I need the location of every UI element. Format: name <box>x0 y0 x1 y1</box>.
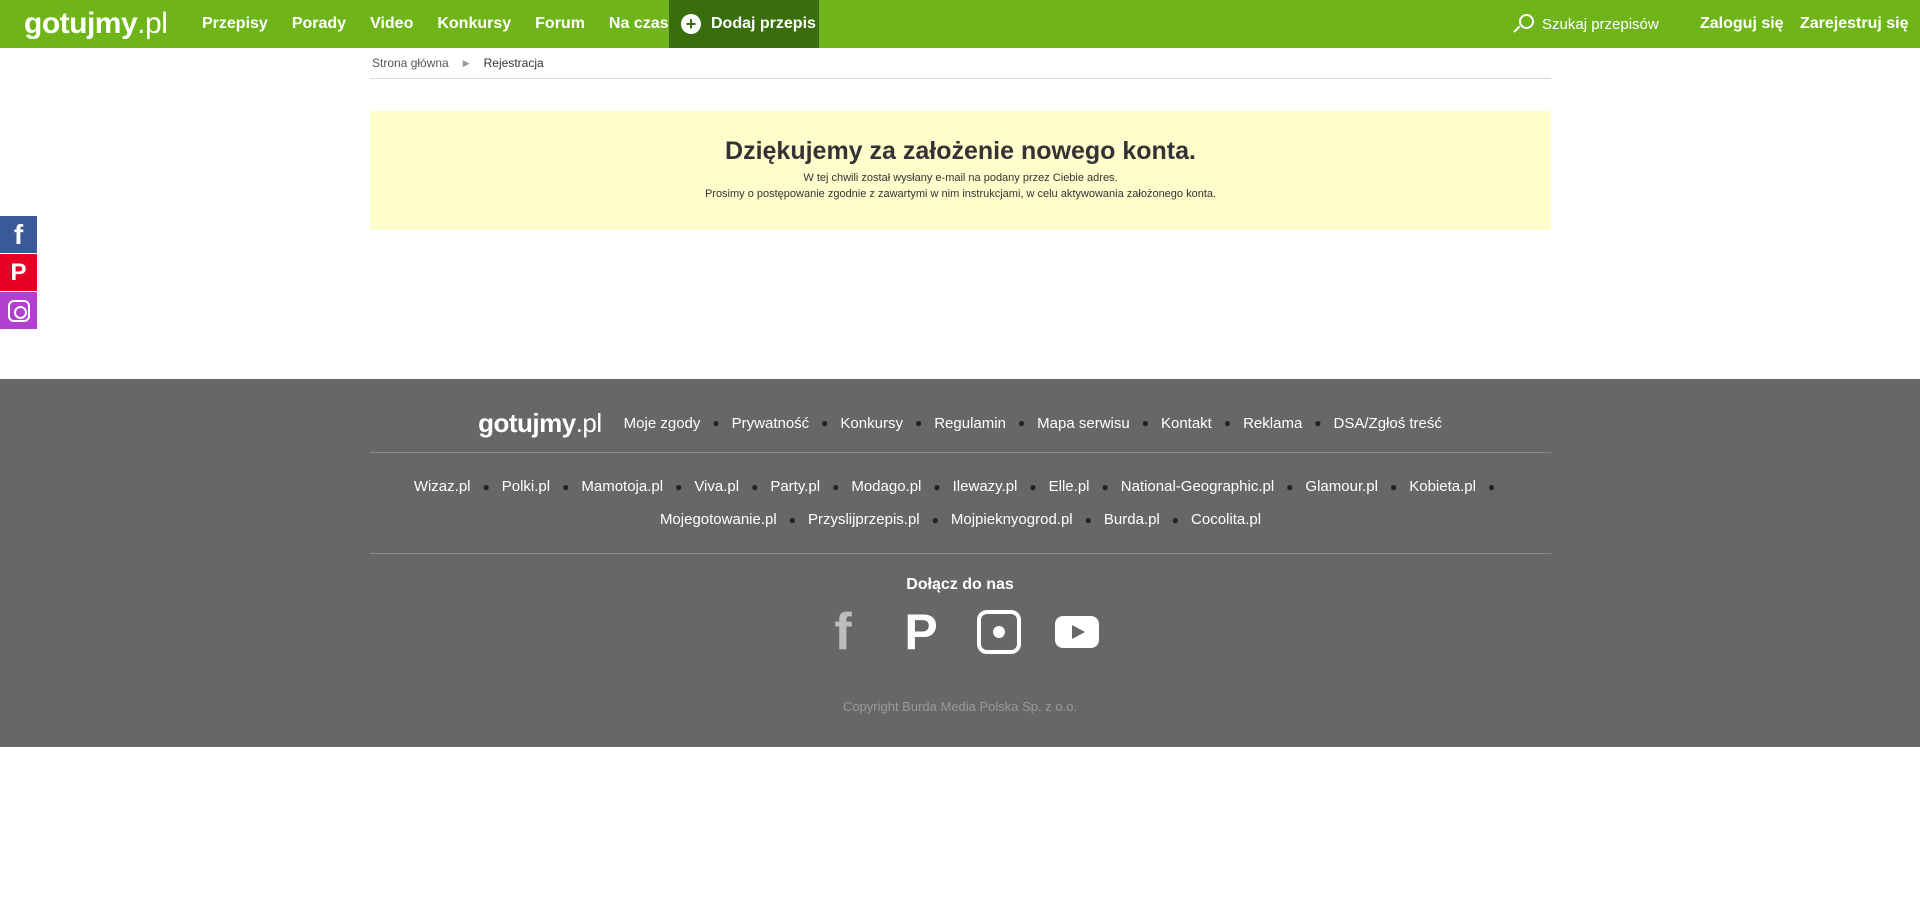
nav-item-forum[interactable]: Forum <box>523 0 597 48</box>
youtube-icon[interactable] <box>1054 609 1100 655</box>
partner-link[interactable]: Glamour.pl <box>1305 478 1378 495</box>
pinterest-icon[interactable]: P <box>898 604 944 660</box>
breadcrumb-separator-icon: ▶ <box>462 57 470 68</box>
partner-link[interactable]: Polki.pl <box>502 478 550 495</box>
side-social-bar: f P <box>0 216 37 330</box>
partner-link[interactable]: Mojpieknyogrod.pl <box>951 511 1073 528</box>
confirmation-message-box: Dziękujemy za założenie nowego konta. W … <box>370 111 1551 230</box>
footer-link-kontakt[interactable]: Kontakt <box>1161 415 1212 432</box>
breadcrumb: Strona główna ▶ Rejestracja <box>370 48 1551 79</box>
logo-tld: .pl <box>137 7 168 40</box>
footer-link-konkursy[interactable]: Konkursy <box>840 415 903 432</box>
footer-logo[interactable]: gotujmy.pl <box>478 408 602 439</box>
nav-item-porady[interactable]: Porady <box>280 0 358 48</box>
partner-link[interactable]: Elle.pl <box>1049 478 1090 495</box>
partner-link[interactable]: Cocolita.pl <box>1191 511 1261 528</box>
confirmation-line-2: Prosimy o postępowanie zgodnie z zawarty… <box>704 188 1217 200</box>
partner-link[interactable]: Ilewazy.pl <box>953 478 1018 495</box>
confirmation-line-1: W tej chwili został wysłany e-mail na po… <box>803 172 1118 184</box>
partner-link[interactable]: Wizaz.pl <box>414 478 471 495</box>
site-logo[interactable]: gotujmy .pl <box>24 6 168 42</box>
partner-link[interactable]: National-Geographic.pl <box>1121 478 1274 495</box>
partner-link[interactable]: Kobieta.pl <box>1409 478 1476 495</box>
facebook-icon[interactable]: f <box>820 603 866 661</box>
partner-link[interactable]: Party.pl <box>770 478 820 495</box>
add-recipe-label: Dodaj przepis <box>711 15 816 32</box>
partner-link[interactable]: Przyslijprzepis.pl <box>808 511 920 528</box>
login-link[interactable]: Zaloguj się <box>1700 0 1784 48</box>
search-icon[interactable] <box>1512 13 1534 35</box>
partner-link[interactable]: Modago.pl <box>851 478 921 495</box>
copyright-text: Copyright Burda Media Polska Sp. z o.o. <box>842 699 1078 714</box>
search-input[interactable] <box>1542 15 1662 33</box>
footer-link-mapa-serwisu[interactable]: Mapa serwisu <box>1037 415 1130 432</box>
footer-social-icons: f P <box>0 603 1920 661</box>
confirmation-title: Dziękujemy za założenie nowego konta. <box>725 137 1196 165</box>
plus-icon: + <box>681 14 701 34</box>
join-us-heading: Dołącz do nas <box>906 576 1014 593</box>
partner-link[interactable]: Burda.pl <box>1104 511 1160 528</box>
partner-sites-row-1: Wizaz.pl ● Polki.pl ● Mamotoja.pl ● Viva.pl… <box>413 478 1496 495</box>
add-recipe-button[interactable]: + Dodaj przepis <box>669 0 819 48</box>
partner-link[interactable]: Mamotoja.pl <box>581 478 663 495</box>
register-link[interactable]: Zarejestruj się <box>1800 0 1909 48</box>
partner-link[interactable]: Viva.pl <box>694 478 739 495</box>
top-navigation-bar: gotujmy .pl Przepisy Porady Video Konkurs… <box>0 0 1920 48</box>
footer-link-prywatnosc[interactable]: Prywatność <box>732 415 810 432</box>
footer-link-regulamin[interactable]: Regulamin <box>934 415 1006 432</box>
partner-link[interactable]: Mojegotowanie.pl <box>660 511 777 528</box>
footer-links-row: gotujmy.pl Moje zgody ● Prywatność ● Konku… <box>478 407 1442 439</box>
search-box <box>1512 0 1662 48</box>
footer-divider <box>370 452 1551 453</box>
footer-link-moje-zgody[interactable]: Moje zgody <box>624 415 701 432</box>
footer-link-dsa[interactable]: DSA/Zgłoś treść <box>1334 415 1442 432</box>
partner-sites-row-2: Mojegotowanie.pl ● Przyslijprzepis.pl ● Mo… <box>659 511 1262 528</box>
nav-item-konkursy[interactable]: Konkursy <box>425 0 523 48</box>
facebook-icon[interactable]: f <box>0 216 37 253</box>
nav-item-video[interactable]: Video <box>358 0 425 48</box>
nav-item-przepisy[interactable]: Przepisy <box>190 0 280 48</box>
instagram-icon[interactable] <box>0 292 37 329</box>
instagram-icon[interactable] <box>976 609 1022 655</box>
footer: gotujmy.pl Moje zgody ● Prywatność ● Konku… <box>0 379 1920 747</box>
pinterest-icon[interactable]: P <box>0 254 37 291</box>
main-nav: Przepisy Porady Video Konkursy Forum Na … <box>190 0 694 48</box>
footer-link-reklama[interactable]: Reklama <box>1243 415 1302 432</box>
breadcrumb-current: Rejestracja <box>483 56 544 70</box>
logo-text: gotujmy <box>24 7 138 40</box>
footer-divider <box>370 553 1551 554</box>
breadcrumb-home[interactable]: Strona główna <box>372 56 449 70</box>
